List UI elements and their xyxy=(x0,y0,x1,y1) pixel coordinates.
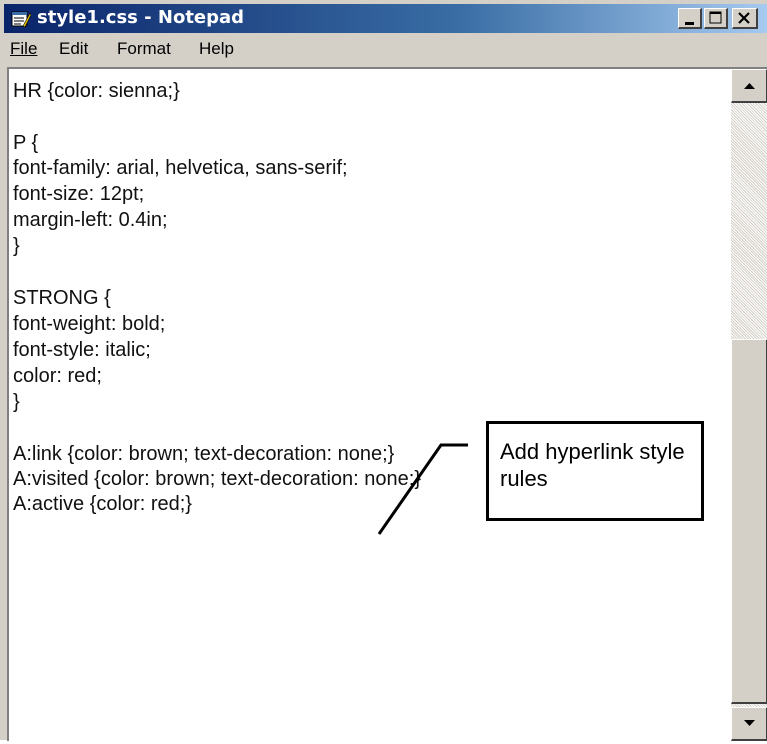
notepad-icon xyxy=(9,9,32,29)
close-icon xyxy=(738,12,750,24)
text-content[interactable]: HR {color: sienna;} P { font-family: ari… xyxy=(9,69,731,741)
title-bar[interactable]: style1.css - Notepad xyxy=(4,4,767,33)
window-title: style1.css - Notepad xyxy=(37,7,245,28)
callout-box: Add hyperlink style rules xyxy=(486,421,704,521)
code-line: P { xyxy=(13,132,39,154)
code-line: A:active {color: red;} xyxy=(13,493,192,515)
scroll-thumb[interactable] xyxy=(731,339,767,704)
code-line: font-family: arial, helvetica, sans-seri… xyxy=(13,157,348,179)
code-line: font-size: 12pt; xyxy=(13,183,145,205)
notepad-window: style1.css - Notepad File Edit Format He… xyxy=(0,0,767,741)
code-line: margin-left: 0.4in; xyxy=(13,209,168,231)
code-line: } xyxy=(13,391,20,413)
minimize-button[interactable] xyxy=(678,8,702,29)
maximize-button[interactable] xyxy=(704,8,728,29)
arrow-up-icon xyxy=(744,83,755,89)
menu-bar: File Edit Format Help xyxy=(4,35,767,63)
menu-edit-label: Edit xyxy=(59,39,89,58)
code-line: HR {color: sienna;} xyxy=(13,80,180,102)
minimize-icon xyxy=(685,22,694,25)
menu-file-label: File xyxy=(10,39,38,58)
code-line: } xyxy=(13,235,20,257)
vertical-scrollbar[interactable] xyxy=(731,69,767,741)
close-button[interactable] xyxy=(732,8,758,29)
menu-format-label: Format xyxy=(117,39,171,58)
code-line: A:link {color: brown; text-decoration: n… xyxy=(13,443,395,465)
code-line: font-style: italic; xyxy=(13,339,151,361)
scroll-down-button[interactable] xyxy=(731,707,767,741)
scroll-up-button[interactable] xyxy=(731,69,767,103)
code-line: STRONG { xyxy=(13,287,111,309)
code-line: color: red; xyxy=(13,365,102,387)
menu-edit[interactable]: Edit xyxy=(59,39,88,59)
editor-area[interactable]: HR {color: sienna;} P { font-family: ari… xyxy=(7,67,767,741)
maximize-icon xyxy=(709,11,722,24)
menu-help[interactable]: Help xyxy=(199,39,234,59)
code-line: font-weight: bold; xyxy=(13,313,166,335)
arrow-down-icon xyxy=(744,720,755,726)
menu-help-label: Help xyxy=(199,39,234,58)
menu-file[interactable]: File xyxy=(10,39,37,59)
callout-text: Add hyperlink style rules xyxy=(500,439,685,491)
code-line: A:visited {color: brown; text-decoration… xyxy=(13,468,422,490)
menu-format[interactable]: Format xyxy=(117,39,171,59)
